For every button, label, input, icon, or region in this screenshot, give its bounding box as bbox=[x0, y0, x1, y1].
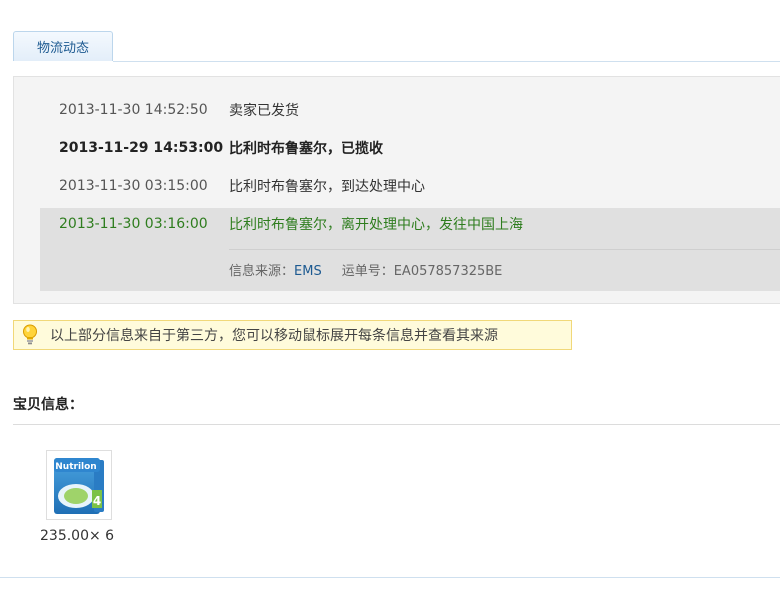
tracking-row[interactable]: 2013-11-30 03:15:00 比利时布鲁塞尔，到达处理中心 bbox=[59, 175, 425, 197]
product-image: 4 Nutrilon bbox=[54, 458, 104, 514]
tracking-desc: 卖家已发货 bbox=[229, 103, 299, 119]
source-label: 信息来源： bbox=[229, 264, 295, 279]
tracking-row[interactable]: 2013-11-30 14:52:50 卖家已发货 bbox=[59, 99, 299, 121]
product-price: 235.00× 6 bbox=[40, 528, 115, 544]
tracking-time: 2013-11-30 14:52:50 bbox=[59, 102, 208, 118]
source-carrier-link[interactable]: EMS bbox=[294, 264, 322, 279]
section-divider bbox=[13, 424, 780, 425]
tracking-desc: 比利时布鲁塞尔，到达处理中心 bbox=[229, 179, 425, 195]
tracking-time: 2013-11-30 03:16:00 bbox=[59, 216, 208, 232]
tab-logistics-label: 物流动态 bbox=[36, 41, 89, 56]
lightbulb-icon bbox=[22, 324, 38, 346]
tracking-panel: 2013-11-30 14:52:50 卖家已发货 2013-11-29 14:… bbox=[13, 76, 780, 304]
product-stage: 4 bbox=[93, 494, 101, 508]
tracking-number-value: EA057857325BE bbox=[393, 264, 503, 279]
third-party-notice: 以上部分信息来自于第三方，您可以移动鼠标展开每条信息并查看其来源 bbox=[13, 320, 572, 350]
tracking-number-label: 运单号： bbox=[341, 264, 394, 279]
bottom-divider bbox=[0, 577, 780, 578]
product-brand: Nutrilon bbox=[55, 462, 96, 472]
tracking-source: 信息来源：EMS 运单号：EA057857325BE bbox=[229, 260, 502, 279]
tracking-desc: 比利时布鲁塞尔，已揽收 bbox=[229, 141, 383, 157]
tracking-time: 2013-11-30 03:15:00 bbox=[59, 178, 208, 194]
tracking-row-latest[interactable]: 2013-11-30 03:16:00 比利时布鲁塞尔，离开处理中心，发往中国上… bbox=[59, 213, 523, 235]
source-divider bbox=[229, 249, 780, 250]
product-thumbnail[interactable]: 4 Nutrilon bbox=[46, 450, 112, 520]
notice-text: 以上部分信息来自于第三方，您可以移动鼠标展开每条信息并查看其来源 bbox=[50, 328, 498, 344]
tracking-row[interactable]: 2013-11-29 14:53:00 比利时布鲁塞尔，已揽收 bbox=[59, 137, 383, 159]
tracking-time: 2013-11-29 14:53:00 bbox=[59, 140, 224, 156]
tab-logistics[interactable]: 物流动态 bbox=[13, 31, 113, 61]
tab-divider bbox=[113, 61, 780, 62]
product-section-title: 宝贝信息： bbox=[13, 397, 83, 413]
tracking-desc: 比利时布鲁塞尔，离开处理中心，发往中国上海 bbox=[229, 217, 523, 233]
